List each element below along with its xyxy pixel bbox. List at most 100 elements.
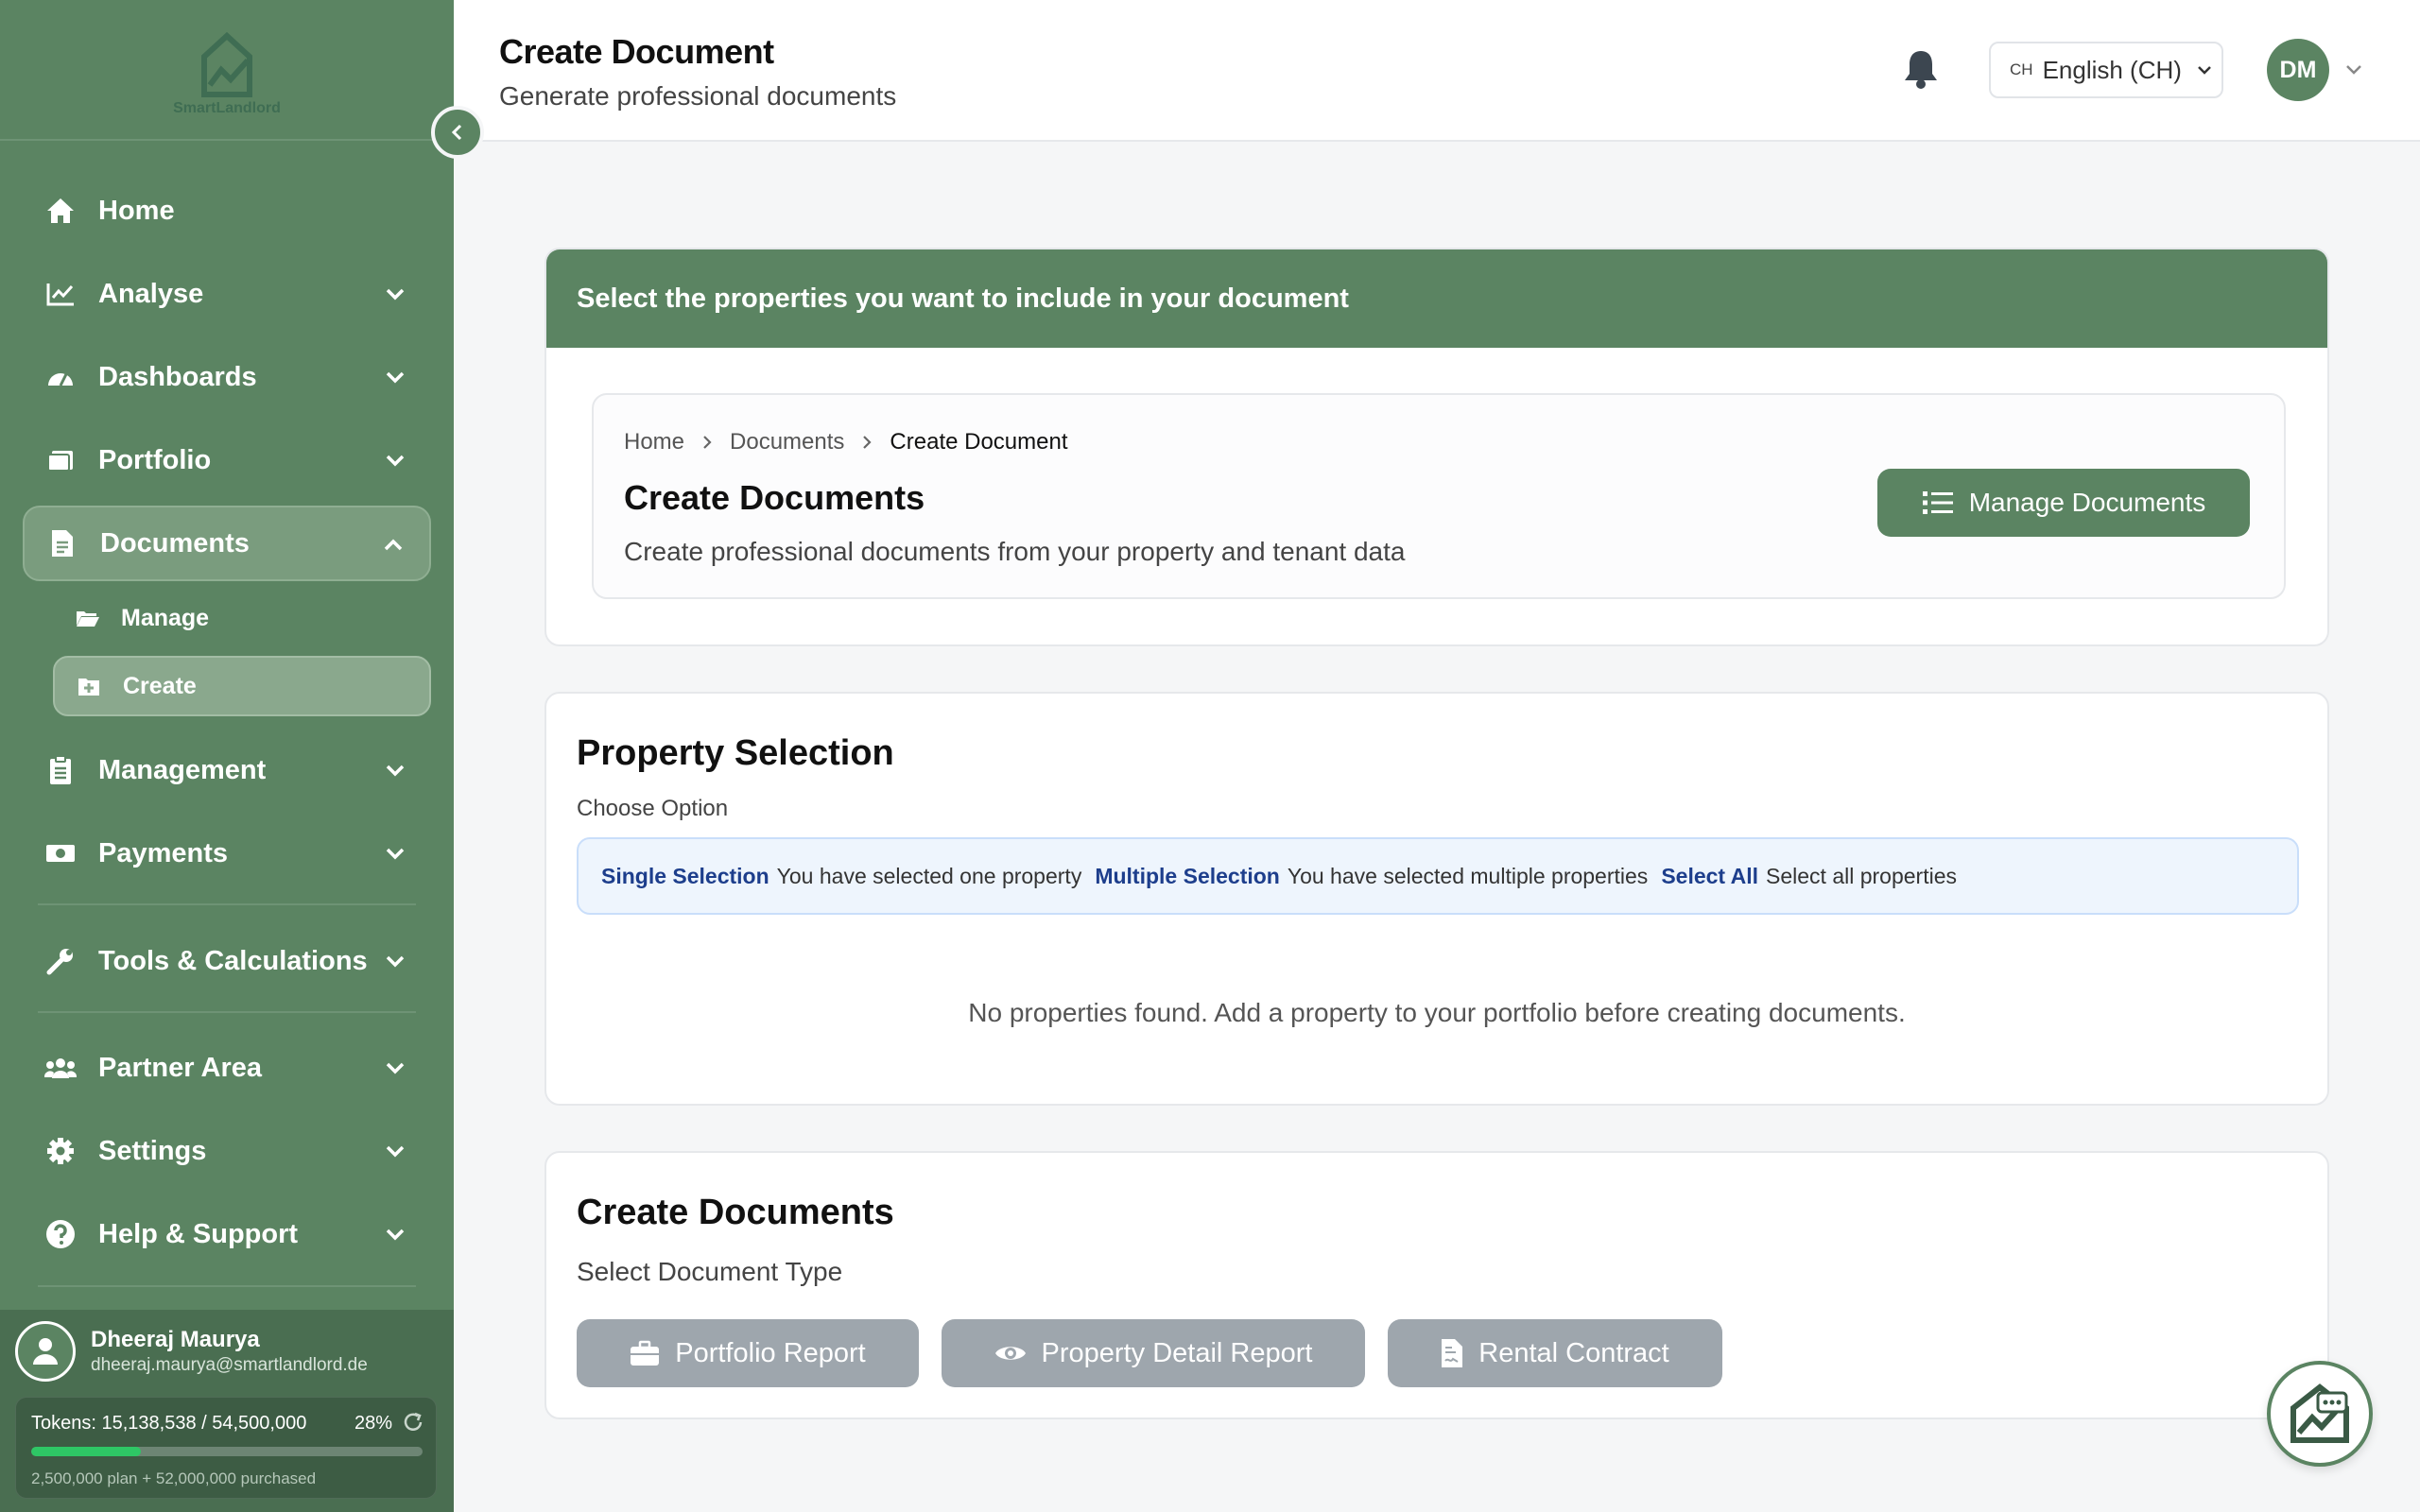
option-title: Single Selection (601, 863, 769, 888)
tokens-percent: 28% (354, 1413, 392, 1434)
tokens-box: Tokens: 15,138,538 / 54,500,000 28% 2,50… (15, 1397, 437, 1499)
chevron-down-icon (386, 1145, 405, 1158)
selection-banner: Select the properties you want to includ… (546, 249, 2327, 348)
users-icon (43, 1051, 78, 1085)
chat-assistant-button[interactable] (2267, 1361, 2373, 1467)
breadcrumb-current: Create Document (890, 429, 1068, 455)
sidebar-subitem-label: Manage (121, 604, 210, 631)
property-selection-card: Property Selection Choose Option Single … (544, 692, 2329, 1106)
sidebar-collapse-button[interactable] (431, 106, 484, 159)
sidebar-item-label: Dashboards (98, 361, 257, 392)
button-label: Rental Contract (1478, 1337, 1669, 1368)
sidebar-item-label: Help & Support (98, 1218, 299, 1249)
top-header: Create Document Generate professional do… (454, 0, 2420, 142)
sidebar-item-tools[interactable]: Tools & Calculations (23, 925, 431, 997)
tokens-breakdown: 2,500,000 plan + 52,000,000 purchased (31, 1469, 317, 1487)
sidebar-item-analyse[interactable]: Analyse (23, 258, 431, 330)
sidebar-item-label: Documents (100, 527, 250, 558)
breadcrumb-documents[interactable]: Documents (730, 429, 844, 455)
sidebar-item-label: Partner Area (98, 1052, 263, 1083)
sidebar-item-label: Home (98, 195, 175, 226)
chevron-down-icon (386, 848, 405, 860)
question-icon (43, 1217, 78, 1251)
selection-options: Single Selection You have selected one pr… (577, 837, 2299, 915)
page-subtitle: Generate professional documents (499, 81, 897, 111)
breadcrumb-home[interactable]: Home (624, 429, 684, 455)
chevron-down-icon (2198, 66, 2211, 75)
sidebar-subitem-create[interactable]: Create (53, 656, 431, 716)
rental-contract-button[interactable]: Rental Contract (1388, 1319, 1722, 1387)
file-contract-icon (1441, 1338, 1463, 1368)
sidebar-divider (38, 1285, 416, 1287)
option-title: Multiple Selection (1095, 863, 1280, 888)
sidebar-item-home[interactable]: Home (23, 175, 431, 247)
chevron-down-icon (386, 288, 405, 301)
user-avatar[interactable] (15, 1321, 76, 1382)
option-desc: You have selected one property (776, 863, 1082, 888)
option-multiple-selection[interactable]: Multiple Selection You have selected mult… (1095, 864, 1648, 889)
portfolio-icon (43, 443, 78, 477)
document-type-label: Select Document Type (577, 1257, 843, 1286)
sidebar-item-label: Analyse (98, 278, 204, 309)
gear-icon (43, 1134, 78, 1168)
sidebar-item-help[interactable]: Help & Support (23, 1198, 431, 1270)
sidebar-item-portfolio[interactable]: Portfolio (23, 424, 431, 496)
user-avatar-button[interactable]: DM (2267, 39, 2329, 101)
page-header-box: Home Documents Create Document Create Do… (592, 393, 2286, 599)
option-title: Select All (1661, 863, 1759, 888)
user-panel: Dheeraj Maurya dheeraj.maurya@smartlandl… (0, 1310, 454, 1512)
sidebar-item-dashboards[interactable]: Dashboards (23, 341, 431, 413)
manage-documents-label: Manage Documents (1968, 488, 2206, 517)
chevron-down-icon (386, 1062, 405, 1074)
money-icon (43, 836, 78, 870)
chevron-down-icon[interactable] (2341, 57, 2367, 83)
button-label: Portfolio Report (675, 1337, 866, 1368)
chat-assistant-icon (2290, 1383, 2349, 1443)
sidebar-item-settings[interactable]: Settings (23, 1115, 431, 1187)
logo[interactable]: SmartLandlord (0, 0, 454, 141)
sidebar-item-label: Payments (98, 837, 229, 868)
sidebar-item-partner-area[interactable]: Partner Area (23, 1032, 431, 1104)
chevron-up-icon (384, 539, 403, 551)
create-documents-title: Create Documents (624, 478, 925, 517)
sidebar-divider (38, 1011, 416, 1013)
create-documents-section-title: Create Documents (577, 1193, 894, 1232)
sidebar-item-payments[interactable]: Payments (23, 817, 431, 889)
language-select[interactable]: CH English (CH) (1989, 42, 2223, 98)
chevron-down-icon (386, 371, 405, 384)
option-select-all[interactable]: Select All Select all properties (1661, 864, 1957, 889)
chart-line-icon (43, 277, 78, 311)
user-email: dheeraj.maurya@smartlandlord.de (91, 1355, 368, 1375)
refresh-icon[interactable] (402, 1411, 424, 1438)
sidebar-item-label: Portfolio (98, 444, 212, 475)
intro-card: Select the properties you want to includ… (544, 248, 2329, 646)
home-icon (43, 194, 78, 228)
option-single-selection[interactable]: Single Selection You have selected one pr… (601, 864, 1081, 889)
gauge-icon (43, 360, 78, 394)
user-icon (33, 1338, 58, 1365)
sidebar-subitem-label: Create (123, 672, 197, 699)
button-label: Property Detail Report (1041, 1337, 1313, 1368)
folder-open-icon (76, 609, 102, 627)
choose-option-label: Choose Option (577, 796, 729, 821)
sidebar-item-management[interactable]: Management (23, 734, 431, 806)
tokens-label: Tokens: 15,138,538 / 54,500,000 (31, 1413, 307, 1434)
sidebar-subitem-manage[interactable]: Manage (53, 588, 431, 648)
chevron-down-icon (386, 455, 405, 467)
property-detail-report-button[interactable]: Property Detail Report (942, 1319, 1365, 1387)
chevron-right-icon (700, 434, 715, 451)
option-desc: You have selected multiple properties (1287, 863, 1649, 888)
create-documents-card: Create Documents Select Document Type Po… (544, 1151, 2329, 1419)
list-icon (1922, 490, 1954, 516)
portfolio-report-button[interactable]: Portfolio Report (577, 1319, 919, 1387)
bell-icon[interactable] (1902, 47, 1940, 95)
manage-documents-button[interactable]: Manage Documents (1877, 469, 2250, 537)
chevron-down-icon (386, 955, 405, 968)
sidebar: SmartLandlord Home Analyse Dashboards Po… (0, 0, 454, 1512)
sidebar-item-label: Settings (98, 1135, 207, 1166)
sidebar-item-documents[interactable]: Documents (23, 506, 431, 581)
breadcrumb: Home Documents Create Document (624, 429, 1068, 455)
wrench-icon (43, 944, 78, 978)
document-icon (45, 526, 79, 560)
tokens-progress-fill (31, 1447, 141, 1456)
